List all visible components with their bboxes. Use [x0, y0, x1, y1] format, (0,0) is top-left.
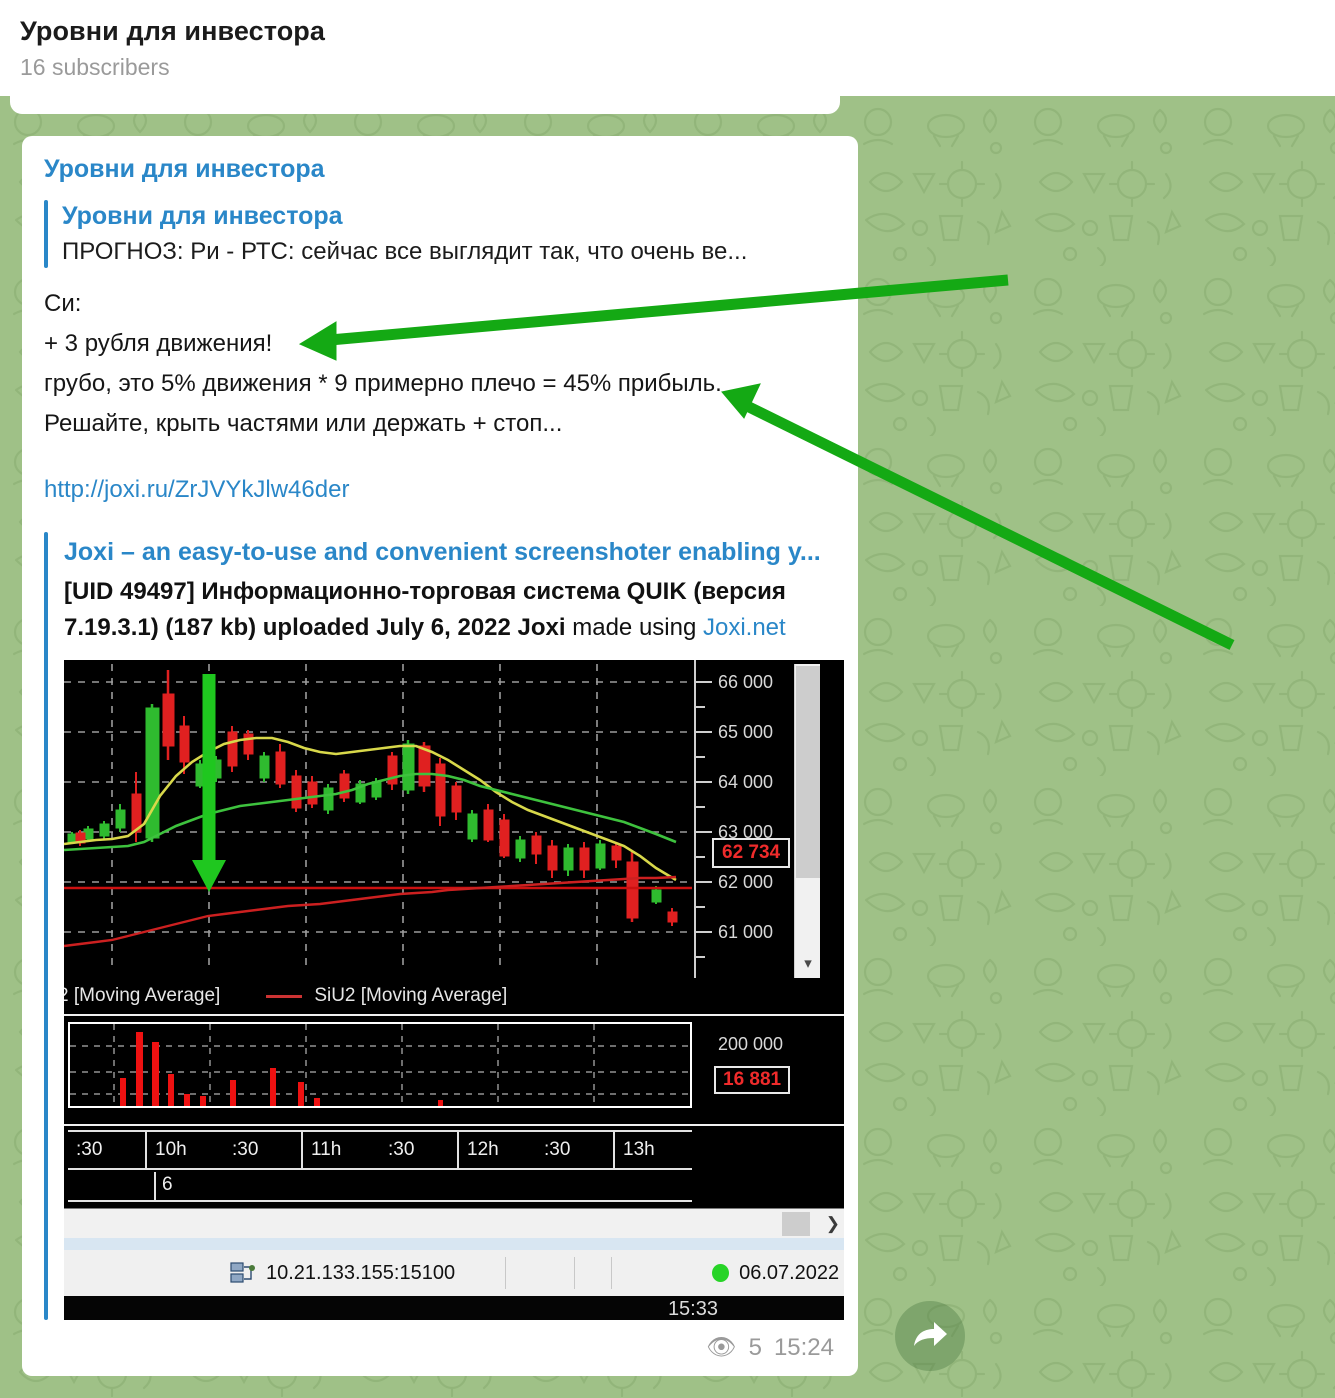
reply-accent-bar [44, 200, 48, 268]
time-tick-2: :30 [232, 1139, 259, 1160]
eye-icon: 👁 [707, 96, 735, 100]
webpage-preview[interactable]: Joxi – an easy-to-use and convenient scr… [44, 532, 858, 1320]
reply-quote-block[interactable]: Уровни для инвестора ПРОГНОЗ: Ри - РТС: … [44, 198, 836, 270]
message-bubble[interactable]: Уровни для инвестора Уровни для инвестор… [22, 136, 858, 1376]
price-axis-label-65000: 65 000 [718, 722, 774, 742]
green-status-dot [712, 1264, 730, 1282]
scrollbar-strip [64, 1238, 844, 1250]
time-tick-7: 13h [613, 1132, 692, 1168]
message-body-line-1: Си: [44, 290, 82, 317]
previous-message-meta: 👁 4 15:17 [707, 96, 818, 100]
price-axis-label-66000: 66 000 [718, 672, 774, 692]
time-tick-4: :30 [388, 1139, 415, 1160]
message-footer: 👁 5 15:24 [706, 1333, 834, 1362]
time-tick-1: 10h [145, 1132, 224, 1168]
quik-status-bar: 10.21.133.155:15100 06.07.2022 [64, 1250, 844, 1296]
preview-description: [UID 49497] Информационно-торговая систе… [64, 574, 858, 646]
legend-item-ma-2: SiU2 [Moving Average] [314, 985, 508, 1006]
chat-message-area: 👁 4 15:17 Уровни для инвестора Уровни дл… [0, 96, 1335, 1398]
quik-time-axis: :30 10h :30 11h :30 12h :30 13h 6 [64, 1126, 844, 1208]
message-url-link[interactable]: http://joxi.ru/ZrJVYkJlw46der [22, 470, 858, 510]
volume-bars-chart [68, 1022, 692, 1108]
time-tick-0: :30 [76, 1139, 103, 1160]
message-time: 15:24 [773, 1333, 834, 1361]
status-separator-3 [611, 1257, 613, 1289]
network-icon [230, 1262, 255, 1283]
message-body-line-4: Решайте, крыть частями или держать + сто… [44, 410, 563, 437]
view-count: 5 [748, 1333, 762, 1361]
legend-line-marker-red [266, 994, 303, 998]
message-body-line-3: грубо, это 5% движения * 9 примерно плеч… [44, 370, 722, 397]
price-axis-label-64000: 64 000 [718, 772, 774, 792]
eye-icon: 👁 [706, 1334, 737, 1361]
last-price-badge: 62 734 [712, 838, 791, 868]
preview-accent-bar [44, 532, 48, 1320]
previous-message-bubble[interactable]: 👁 4 15:17 [10, 96, 840, 114]
reply-author: Уровни для инвестора [62, 202, 343, 230]
volume-axis-label-200000: 200 000 [718, 1034, 784, 1054]
reply-text: ПРОГНОЗ: Ри - РТС: сейчас все выглядит т… [62, 238, 748, 265]
status-separator-2 [574, 1257, 576, 1289]
volume-axis: 200 000 16 881 [692, 1016, 812, 1124]
preview-description-link[interactable]: Joxi.net [703, 614, 786, 641]
forward-arrow-icon [914, 1322, 947, 1346]
quik-screenshot-image[interactable]: 66 000 65 000 64 000 63 000 62 000 61 00… [64, 660, 844, 1320]
time-tick-6: :30 [544, 1139, 571, 1160]
chevron-down-icon[interactable]: ▾ [795, 948, 821, 978]
legend-item-ma-1: 2 [Moving Average] [64, 985, 221, 1006]
time-axis-row: :30 10h :30 11h :30 12h :30 13h [68, 1130, 692, 1170]
page-title: Уровни для инвестора [20, 16, 325, 46]
time-tick-5: 12h [457, 1132, 536, 1168]
candlestick-chart [64, 664, 692, 969]
vertical-scrollbar-thumb[interactable] [796, 666, 820, 878]
price-axis-label-62000: 62 000 [718, 872, 774, 892]
time-axis-subrow: 6 [68, 1172, 692, 1202]
time-axis-subrow-separator [154, 1172, 156, 1200]
channel-header: Уровни для инвестора 16 subscribers [0, 0, 1335, 96]
price-axis-label-61000: 61 000 [718, 922, 774, 942]
status-date-value: 06.07.2022 [739, 1261, 840, 1284]
time-axis-day-label: 6 [162, 1174, 173, 1195]
quik-volume-panel: 200 000 16 881 ▴ ▾ [64, 1016, 844, 1124]
quik-bottom-strip: 15:33 [64, 1296, 844, 1320]
message-body-line-2: + 3 рубля движения! [44, 330, 273, 357]
quik-price-panel: 66 000 65 000 64 000 63 000 62 000 61 00… [64, 660, 844, 978]
chart-vertical-scrollbar[interactable]: ▾ [794, 664, 820, 978]
subscriber-count: 16 subscribers [20, 54, 170, 80]
status-separator-1 [505, 1257, 507, 1289]
forward-button[interactable] [895, 1301, 965, 1371]
status-ip-address: 10.21.133.155:15100 [266, 1261, 456, 1284]
status-connection-info: 10.21.133.155:15100 [230, 1262, 455, 1285]
chart-legend: 2 [Moving Average] SiU2 [Moving Average] [64, 978, 844, 1014]
status-partial-time: 15:33 [667, 1298, 718, 1320]
horizontal-scrollbar-thumb[interactable] [782, 1212, 810, 1236]
preview-title[interactable]: Joxi – an easy-to-use and convenient scr… [64, 532, 858, 572]
status-date-info: 06.07.2022 [712, 1262, 839, 1285]
chart-horizontal-scrollbar[interactable]: ❯ [64, 1208, 844, 1238]
chevron-right-icon[interactable]: ❯ [826, 1209, 840, 1239]
previous-views: 4 [743, 96, 755, 100]
time-tick-3: 11h [301, 1132, 380, 1168]
previous-time: 15:17 [763, 96, 818, 100]
volume-last-value-badge: 16 881 [714, 1066, 791, 1094]
message-author: Уровни для инвестора [44, 155, 325, 183]
preview-description-normal: made using [572, 614, 703, 641]
